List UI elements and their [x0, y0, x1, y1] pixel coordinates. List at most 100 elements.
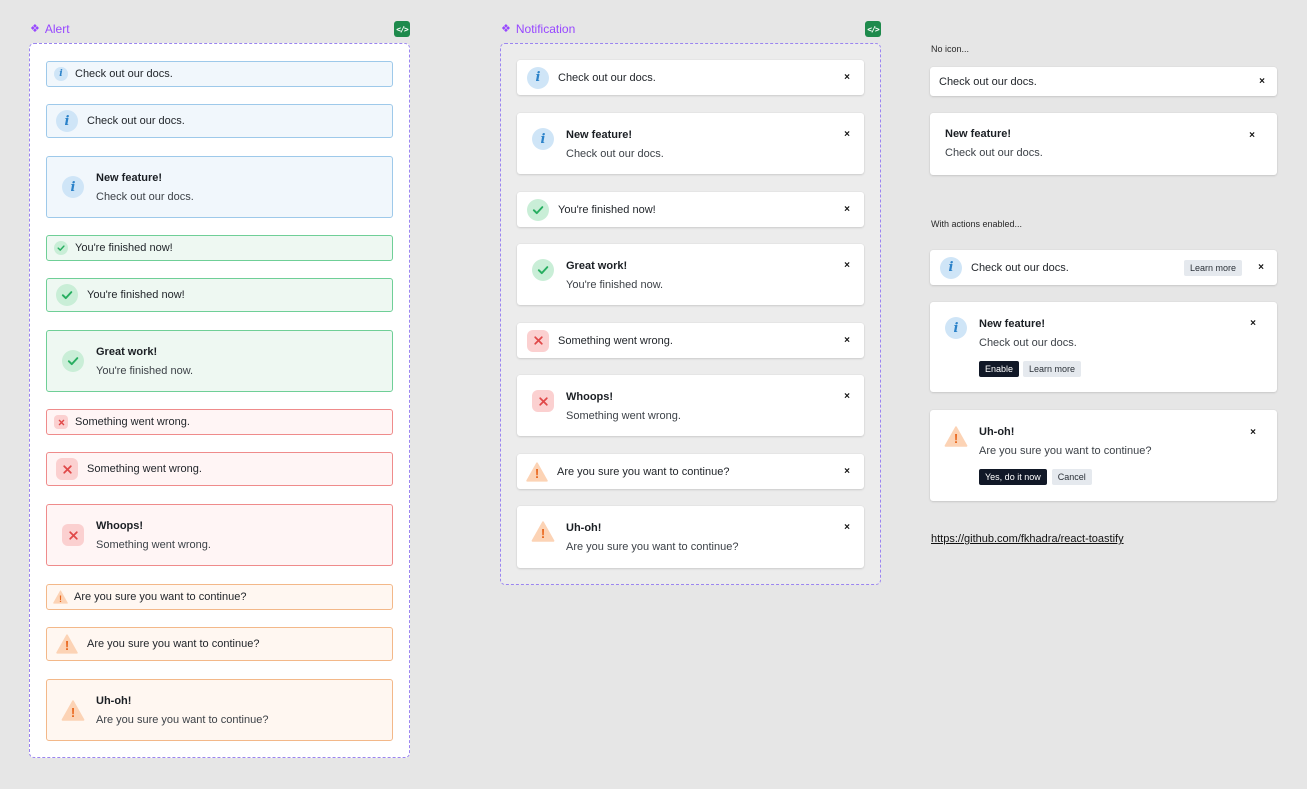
notification-title: New feature! [566, 129, 633, 141]
alert-title: Whoops! [96, 519, 144, 532]
close-icon[interactable]: × [844, 204, 850, 215]
notification-info-md: i Check out our docs. × [517, 60, 864, 95]
alert-warning-lg: ! Uh-oh! Are you sure you want to contin… [46, 679, 393, 741]
notification-body: Are you sure you want to continue? [979, 445, 1152, 457]
notification-frame-label: ❖ Notification [501, 22, 575, 36]
close-icon[interactable]: × [844, 391, 850, 402]
learn-more-button[interactable]: Learn more [1183, 259, 1242, 276]
warning-icon: ! [53, 590, 68, 604]
component-icon: ❖ [501, 22, 511, 35]
code-icon[interactable]: </> [394, 21, 410, 37]
warning-icon: ! [56, 634, 78, 654]
alert-text: Are you sure you want to continue? [74, 591, 247, 603]
notification-no-icon-lg: New feature! Check out our docs. × [930, 113, 1277, 175]
notification-text: Something went wrong. [558, 334, 673, 347]
notification-body: Check out our docs. [979, 337, 1077, 349]
notification-text: Are you sure you want to continue? [557, 465, 730, 478]
notification-body: Something went wrong. [566, 410, 681, 422]
alert-body: Check out our docs. [96, 190, 194, 203]
close-icon[interactable]: × [844, 260, 850, 271]
alert-frame-label: ❖ Alert [30, 22, 70, 36]
notification-title: Uh-oh! [566, 522, 602, 534]
notification-title: Whoops! [566, 391, 614, 403]
confirm-button[interactable]: Yes, do it now [979, 469, 1047, 485]
notification-body: You're finished now. [566, 279, 664, 291]
info-icon: i [940, 256, 962, 279]
close-icon[interactable]: × [1249, 130, 1255, 141]
alert-frame-title: Alert [44, 22, 70, 36]
notification-success-md: You're finished now! × [517, 192, 864, 227]
notification-warning-md: ! Are you sure you want to continue? × [517, 454, 864, 489]
alert-text: Check out our docs. [75, 68, 173, 80]
alert-error-md: Something went wrong. [46, 452, 393, 486]
notification-warning-lg: ! Uh-oh! Are you sure you want to contin… [517, 506, 864, 568]
close-icon[interactable]: × [844, 129, 850, 140]
notification-body: Are you sure you want to continue? [566, 541, 739, 553]
close-icon[interactable]: × [844, 522, 850, 533]
close-icon[interactable]: × [1250, 318, 1256, 329]
alert-body: You're finished now. [96, 364, 194, 377]
component-icon: ❖ [30, 22, 40, 35]
info-icon: i [62, 176, 84, 198]
close-icon[interactable]: × [1259, 76, 1265, 87]
learn-more-button[interactable]: Learn more [1023, 361, 1082, 377]
notification-frame-title: Notification [515, 22, 576, 36]
notification-no-icon-sm: Check out our docs. × [930, 67, 1277, 96]
notification-actions-sm: i Check out our docs. Learn more × [930, 250, 1277, 285]
error-icon [62, 524, 84, 546]
alert-warning-md: ! Are you sure you want to continue? [46, 627, 393, 661]
notification-actions-warning: ! Uh-oh! Are you sure you want to contin… [930, 410, 1277, 501]
alert-title: New feature! [96, 171, 163, 184]
alert-success-sm: You're finished now! [46, 235, 393, 261]
alert-text: Are you sure you want to continue? [87, 638, 260, 650]
notification-title: New feature! [979, 318, 1046, 330]
alert-success-md: You're finished now! [46, 278, 393, 312]
code-icon[interactable]: </> [865, 21, 881, 37]
notification-success-lg: Great work! You're finished now. × [517, 244, 864, 305]
alert-text: You're finished now! [75, 242, 173, 254]
warning-icon: ! [526, 461, 548, 482]
info-icon: i [54, 67, 68, 81]
check-icon [532, 259, 554, 281]
notification-body: Check out our docs. [566, 148, 664, 160]
check-icon [54, 241, 68, 255]
error-icon [56, 458, 78, 480]
check-icon [527, 198, 549, 221]
close-icon[interactable]: × [844, 72, 850, 83]
action-buttons: Enable Learn more [979, 361, 1082, 377]
notification-info-lg: i New feature! Check out our docs. × [517, 113, 864, 174]
alert-warning-sm: ! Are you sure you want to continue? [46, 584, 393, 610]
notification-text: Check out our docs. [558, 71, 656, 84]
error-icon [532, 390, 554, 412]
info-icon: i [56, 110, 78, 132]
close-icon[interactable]: × [844, 335, 850, 346]
alert-success-lg: Great work! You're finished now. [46, 330, 393, 392]
close-icon[interactable]: × [844, 466, 850, 477]
info-icon: i [532, 128, 554, 150]
enable-button[interactable]: Enable [979, 361, 1020, 377]
action-buttons: Yes, do it now Cancel [979, 469, 1151, 485]
alert-error-sm: Something went wrong. [46, 409, 393, 435]
alert-text: Check out our docs. [87, 115, 185, 127]
close-icon[interactable]: × [1258, 262, 1264, 273]
alert-info-sm: i Check out our docs. [46, 61, 393, 87]
check-icon [56, 284, 78, 306]
warning-icon: ! [944, 426, 968, 447]
repo-link[interactable]: https://github.com/fkhadra/react-toastif… [931, 533, 1124, 545]
alert-body: Something went wrong. [96, 538, 211, 551]
notification-error-lg: Whoops! Something went wrong. × [517, 375, 864, 436]
info-icon: i [527, 66, 549, 89]
notification-title: Uh-oh! [979, 426, 1015, 438]
close-icon[interactable]: × [1250, 427, 1256, 438]
no-icon-label: No icon... [931, 44, 970, 54]
error-icon [527, 329, 549, 352]
actions-label: With actions enabled... [931, 219, 1023, 229]
notification-text: Check out our docs. [939, 75, 1037, 88]
notification-error-md: Something went wrong. × [517, 323, 864, 358]
warning-icon: ! [531, 521, 555, 542]
warning-icon: ! [61, 699, 85, 721]
cancel-button[interactable]: Cancel [1051, 469, 1092, 485]
notification-body: Check out our docs. [945, 147, 1043, 159]
alert-error-lg: Whoops! Something went wrong. [46, 504, 393, 566]
alert-info-md: i Check out our docs. [46, 104, 393, 138]
